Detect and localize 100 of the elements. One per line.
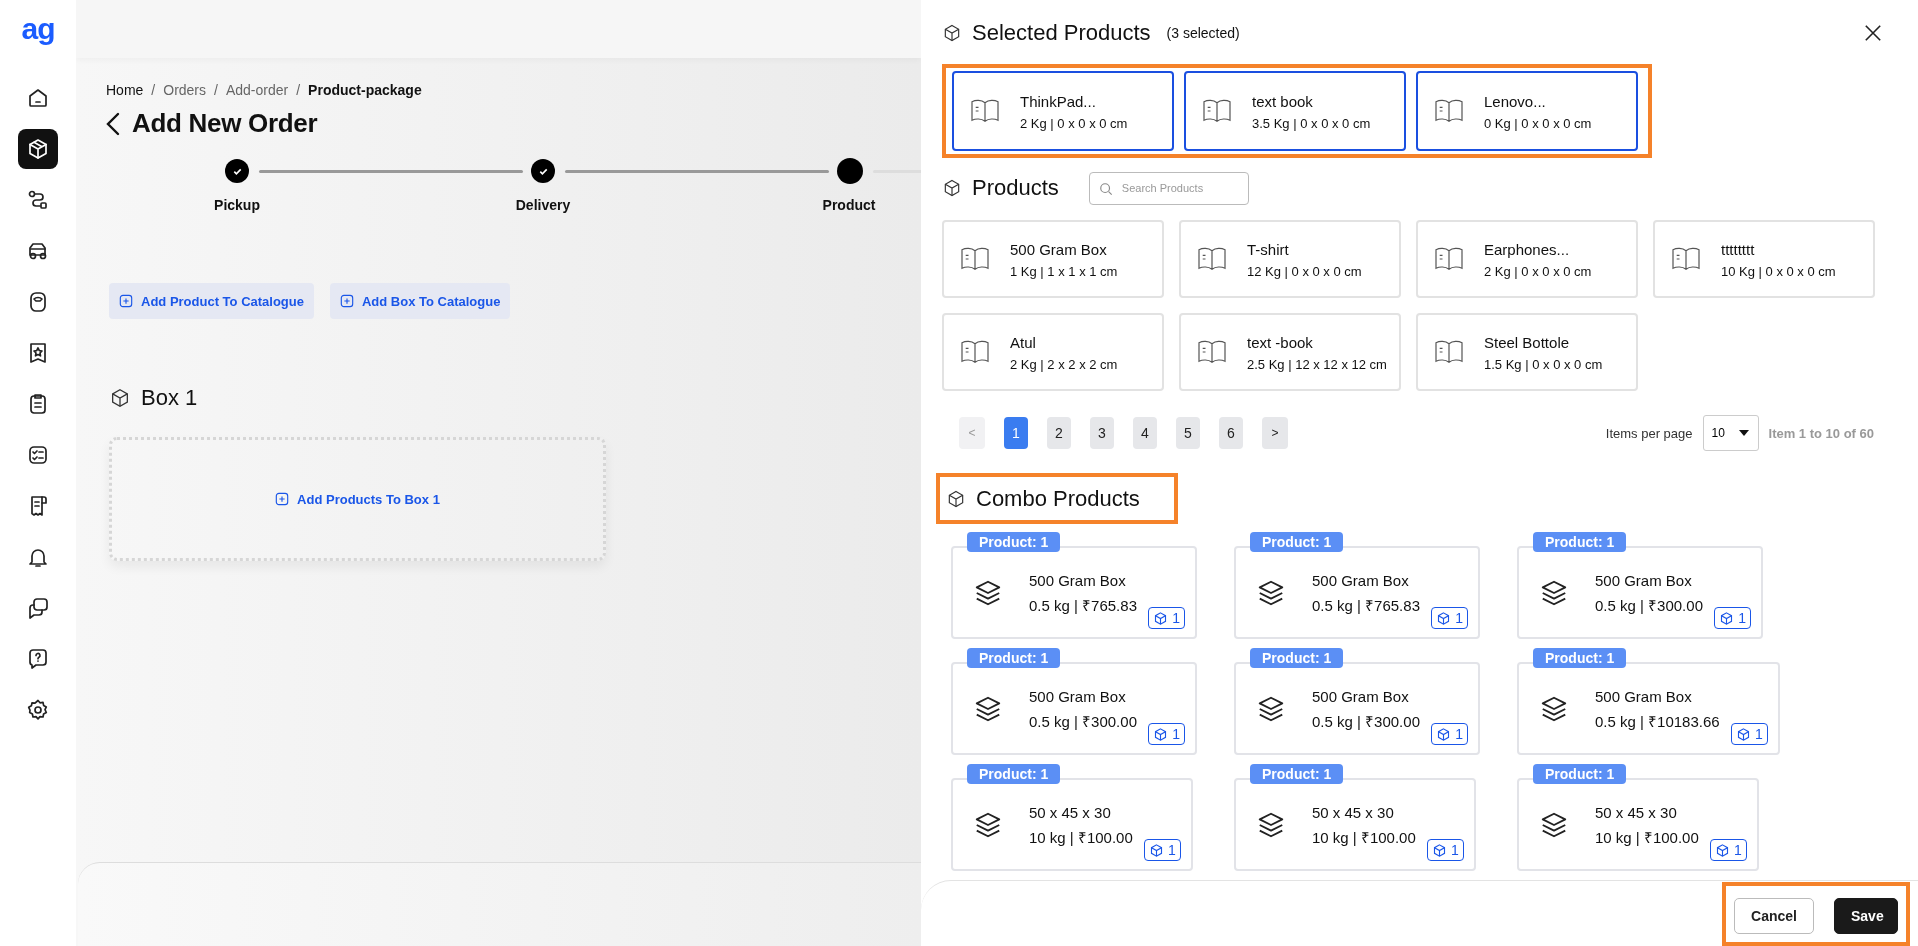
cancel-button[interactable]: Cancel xyxy=(1734,897,1814,934)
page-button[interactable]: 4 xyxy=(1133,417,1157,449)
product-card[interactable]: text -book 2.5 Kg | 12 x 12 x 12 cm xyxy=(1179,313,1401,391)
step-label: Product xyxy=(822,197,876,213)
combo-details: 0.5 kg | ₹10183.66 xyxy=(1595,712,1720,731)
product-details: 1 Kg | 1 x 1 x 1 cm xyxy=(1010,264,1118,279)
cube-icon xyxy=(1432,842,1447,858)
items-per-page-select[interactable]: 10 xyxy=(1702,415,1759,451)
page-button[interactable]: 1 xyxy=(1004,417,1028,449)
product-name: text -book xyxy=(1247,334,1314,351)
breadcrumb-link[interactable]: Product-package xyxy=(308,82,422,98)
cube-icon xyxy=(1153,610,1169,626)
sidebar-item[interactable] xyxy=(18,129,58,169)
cube-icon xyxy=(26,137,50,161)
cube-icon xyxy=(1436,726,1452,742)
product-card[interactable]: tttttttt 10 Kg | 0 x 0 x 0 cm xyxy=(1653,220,1875,298)
product-name: Steel Bottole xyxy=(1484,334,1571,351)
cube-icon xyxy=(1436,610,1452,626)
add-products-button[interactable]: Add Products To Box 1 xyxy=(269,490,446,508)
book-icon xyxy=(1671,246,1701,272)
combo-name: 500 Gram Box xyxy=(1312,572,1410,589)
breadcrumb-link[interactable]: Home xyxy=(106,82,144,98)
search-field[interactable]: Search Products xyxy=(1088,171,1249,205)
combo-product-card[interactable]: 500 Gram Box 0.5 kg | ₹765.83 1 xyxy=(951,546,1197,639)
combo-product-card[interactable]: 50 x 45 x 30 10 kg | ₹100.00 1 xyxy=(1517,778,1759,871)
selected-product-card[interactable]: ThinkPad... 2 Kg | 0 x 0 x 0 cm xyxy=(952,71,1174,151)
breadcrumb-separator: / xyxy=(151,82,156,98)
next-page-button[interactable]: > xyxy=(1262,417,1288,449)
combo-product-card[interactable]: 500 Gram Box 0.5 kg | ₹765.83 1 xyxy=(1234,546,1480,639)
breadcrumb-link[interactable]: Add-order xyxy=(225,82,289,98)
logo[interactable]: ag xyxy=(21,14,55,44)
combo-details: 10 kg | ₹100.00 xyxy=(1029,828,1133,847)
breadcrumb-link[interactable]: Orders xyxy=(163,82,207,98)
page-button[interactable]: 5 xyxy=(1176,417,1200,449)
product-details: 2 Kg | 2 x 2 x 2 cm xyxy=(1010,357,1118,372)
combo-details: 10 kg | ₹100.00 xyxy=(1595,828,1699,847)
book-icon xyxy=(1197,339,1227,365)
product-count-badge: Product: 1 xyxy=(1250,532,1344,552)
quantity-badge: 1 xyxy=(1427,839,1464,861)
product-count-badge: Product: 1 xyxy=(1250,648,1344,668)
product-name: T-shirt xyxy=(1247,241,1290,258)
add-catalogue-button[interactable]: Add Product To Catalogue xyxy=(109,283,314,319)
combo-product-card[interactable]: 500 Gram Box 0.5 kg | ₹300.00 1 xyxy=(951,662,1197,755)
product-card[interactable]: Atul 2 Kg | 2 x 2 x 2 cm xyxy=(942,313,1164,391)
book-icon xyxy=(1202,98,1232,124)
product-card[interactable]: Steel Bottole 1.5 Kg | 0 x 0 x 0 cm xyxy=(1416,313,1638,391)
settings-icon xyxy=(26,698,50,722)
product-details: 2 Kg | 0 x 0 x 0 cm xyxy=(1484,264,1592,279)
section-title: Combo Products xyxy=(976,485,1140,512)
product-count-badge: Product: 1 xyxy=(1533,532,1627,552)
combo-name: 500 Gram Box xyxy=(1595,688,1693,705)
book-icon xyxy=(970,98,1000,124)
step-label: Delivery xyxy=(515,197,571,213)
combo-name: 50 x 45 x 30 xyxy=(1595,804,1678,821)
combo-product-card[interactable]: 500 Gram Box 0.5 kg | ₹300.00 1 xyxy=(1234,662,1480,755)
cube-icon xyxy=(1715,842,1730,858)
back-icon[interactable] xyxy=(106,111,120,136)
combo-details: 10 kg | ₹100.00 xyxy=(1312,828,1416,847)
add-catalogue-button[interactable]: Add Box To Catalogue xyxy=(330,283,511,319)
combo-product-card[interactable]: 50 x 45 x 30 10 kg | ₹100.00 1 xyxy=(1234,778,1476,871)
combo-product-card[interactable]: 500 Gram Box 0.5 kg | ₹10183.66 1 xyxy=(1517,662,1780,755)
save-button[interactable]: Save xyxy=(1834,897,1898,934)
product-count-badge: Product: 1 xyxy=(1250,764,1344,784)
product-card[interactable]: Earphones... 2 Kg | 0 x 0 x 0 cm xyxy=(1416,220,1638,298)
combo-name: 500 Gram Box xyxy=(1595,572,1693,589)
cube-icon xyxy=(1153,726,1169,742)
combo-details: 0.5 kg | ₹765.83 xyxy=(1029,596,1137,615)
product-name: tttttttt xyxy=(1721,241,1756,258)
combo-product-card[interactable]: 500 Gram Box 0.5 kg | ₹300.00 1 xyxy=(1517,546,1763,639)
page-button[interactable]: 6 xyxy=(1219,417,1243,449)
product-count-badge: Product: 1 xyxy=(1533,764,1627,784)
section-title: Products xyxy=(972,175,1059,201)
product-count-badge: Product: 1 xyxy=(967,648,1061,668)
page-button[interactable]: 3 xyxy=(1090,417,1114,449)
box-icon xyxy=(109,387,131,409)
product-card[interactable]: 500 Gram Box 1 Kg | 1 x 1 x 1 cm xyxy=(942,220,1164,298)
page-button[interactable]: 2 xyxy=(1047,417,1071,449)
book-icon xyxy=(960,246,990,272)
book-icon xyxy=(1434,98,1464,124)
product-name: Earphones... xyxy=(1484,241,1571,258)
items-range: Item 1 to 10 of 60 xyxy=(1768,425,1874,441)
quantity-badge: 1 xyxy=(1710,839,1747,861)
combo-product-card[interactable]: 50 x 45 x 30 10 kg | ₹100.00 1 xyxy=(951,778,1193,871)
combo-name: 50 x 45 x 30 xyxy=(1312,804,1395,821)
product-details: 2 Kg | 0 x 0 x 0 cm xyxy=(1020,116,1128,131)
book-icon xyxy=(1434,339,1464,365)
combo-name: 500 Gram Box xyxy=(1029,572,1127,589)
breadcrumb-separator: / xyxy=(296,82,301,98)
breadcrumb-separator: / xyxy=(214,82,218,98)
close-icon[interactable] xyxy=(1864,24,1882,42)
box-title: Box 1 xyxy=(141,385,198,411)
product-card[interactable]: T-shirt 12 Kg | 0 x 0 x 0 cm xyxy=(1179,220,1401,298)
product-name: ThinkPad... xyxy=(1020,93,1097,110)
selected-product-card[interactable]: Lenovo... 0 Kg | 0 x 0 x 0 cm xyxy=(1416,71,1638,151)
cube-icon xyxy=(1149,842,1164,858)
page-title: Add New Order xyxy=(132,108,318,139)
product-details: 1.5 Kg | 0 x 0 x 0 cm xyxy=(1484,357,1603,372)
route-icon xyxy=(26,188,50,212)
selected-product-card[interactable]: text book 3.5 Kg | 0 x 0 x 0 cm xyxy=(1184,71,1406,151)
chat-icon xyxy=(26,596,50,620)
